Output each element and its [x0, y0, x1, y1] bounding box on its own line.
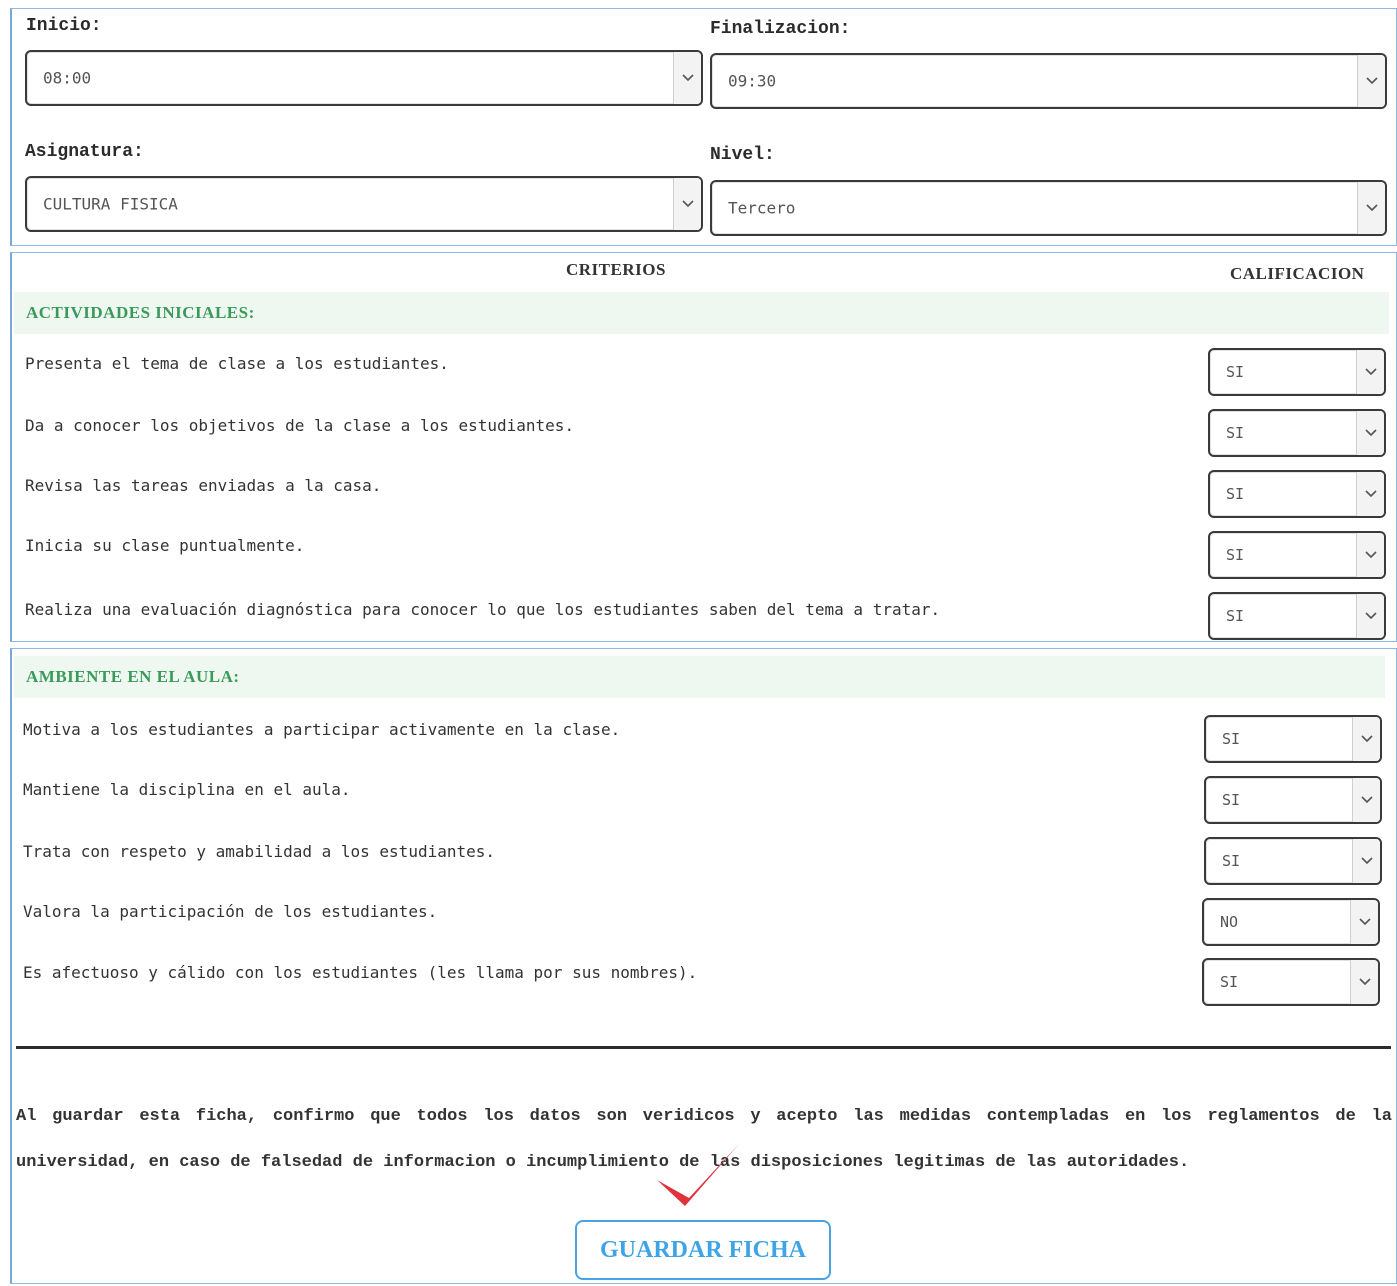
- level-value: Tercero: [728, 198, 796, 218]
- section-title: ACTIVIDADES INICIALES:: [26, 303, 255, 322]
- subject-value: CULTURA FISICA: [43, 194, 178, 214]
- rating-value: SI: [1226, 607, 1245, 625]
- chevron-down-icon: [1352, 839, 1380, 883]
- rating-select[interactable]: SI: [1208, 592, 1386, 640]
- calificacion-header: CALIFICACION: [1230, 264, 1365, 283]
- chevron-down-icon: [1357, 55, 1385, 107]
- chevron-down-icon: [1356, 411, 1384, 455]
- criterion-text: Es afectuoso y cálido con los estudiante…: [23, 963, 698, 982]
- level-label: Nivel:: [710, 145, 775, 165]
- divider: [16, 1046, 1391, 1049]
- chevron-down-icon: [1356, 350, 1384, 394]
- rating-select[interactable]: SI: [1208, 348, 1386, 396]
- rating-select[interactable]: SI: [1204, 837, 1382, 885]
- rating-value: SI: [1220, 973, 1239, 991]
- criterios-header: CRITERIOS: [566, 260, 666, 279]
- rating-select[interactable]: SI: [1204, 715, 1382, 763]
- chevron-down-icon: [1356, 533, 1384, 577]
- criterion-text: Presenta el tema de clase a los estudian…: [25, 354, 449, 373]
- chevron-down-icon: [1350, 900, 1378, 944]
- rating-select[interactable]: SI: [1208, 409, 1386, 457]
- rating-value: SI: [1226, 485, 1245, 503]
- rating-value: NO: [1220, 913, 1239, 931]
- start-label: Inicio:: [26, 16, 102, 36]
- rating-value: SI: [1222, 852, 1241, 870]
- criterion-text: Da a conocer los objetivos de la clase a…: [25, 416, 575, 435]
- section-header: ACTIVIDADES INICIALES:: [14, 292, 1389, 334]
- rating-value: SI: [1226, 546, 1245, 564]
- chevron-down-icon: [673, 52, 701, 104]
- chevron-down-icon: [1352, 778, 1380, 822]
- chevron-down-icon: [1357, 182, 1385, 234]
- rating-select[interactable]: NO: [1202, 898, 1380, 946]
- criterion-text: Revisa las tareas enviadas a la casa.: [25, 476, 382, 495]
- end-time-value: 09:30: [728, 71, 777, 91]
- chevron-down-icon: [1356, 594, 1384, 638]
- rating-value: SI: [1222, 791, 1241, 809]
- criterion-text: Trata con respeto y amabilidad a los est…: [23, 842, 496, 861]
- rating-select[interactable]: SI: [1202, 958, 1380, 1006]
- rating-value: SI: [1226, 363, 1245, 381]
- level-select[interactable]: Tercero: [710, 180, 1387, 236]
- start-time-value: 08:00: [43, 68, 92, 88]
- save-button[interactable]: GUARDAR FICHA: [575, 1220, 831, 1280]
- rating-select[interactable]: SI: [1208, 531, 1386, 579]
- subject-label: Asignatura:: [25, 142, 144, 162]
- end-time-select[interactable]: 09:30: [710, 53, 1387, 109]
- criterion-text: Inicia su clase puntualmente.: [25, 536, 305, 555]
- criterion-text: Mantiene la disciplina en el aula.: [23, 780, 351, 799]
- rating-select[interactable]: SI: [1204, 776, 1382, 824]
- chevron-down-icon: [1356, 472, 1384, 516]
- rating-value: SI: [1226, 424, 1245, 442]
- chevron-down-icon: [673, 178, 701, 230]
- rating-select[interactable]: SI: [1208, 470, 1386, 518]
- chevron-down-icon: [1350, 960, 1378, 1004]
- section-header: AMBIENTE EN EL AULA:: [14, 656, 1385, 698]
- section-title: AMBIENTE EN EL AULA:: [26, 667, 240, 686]
- rating-value: SI: [1222, 730, 1241, 748]
- chevron-down-icon: [1352, 717, 1380, 761]
- subject-select[interactable]: CULTURA FISICA: [25, 176, 703, 232]
- checkmark-icon: [657, 1144, 739, 1206]
- start-time-select[interactable]: 08:00: [25, 50, 703, 106]
- end-label: Finalizacion:: [710, 19, 851, 39]
- criterion-text: Motiva a los estudiantes a participar ac…: [23, 720, 621, 739]
- criterion-text: Realiza una evaluación diagnóstica para …: [25, 600, 941, 619]
- criterion-text: Valora la participación de los estudiant…: [23, 902, 438, 921]
